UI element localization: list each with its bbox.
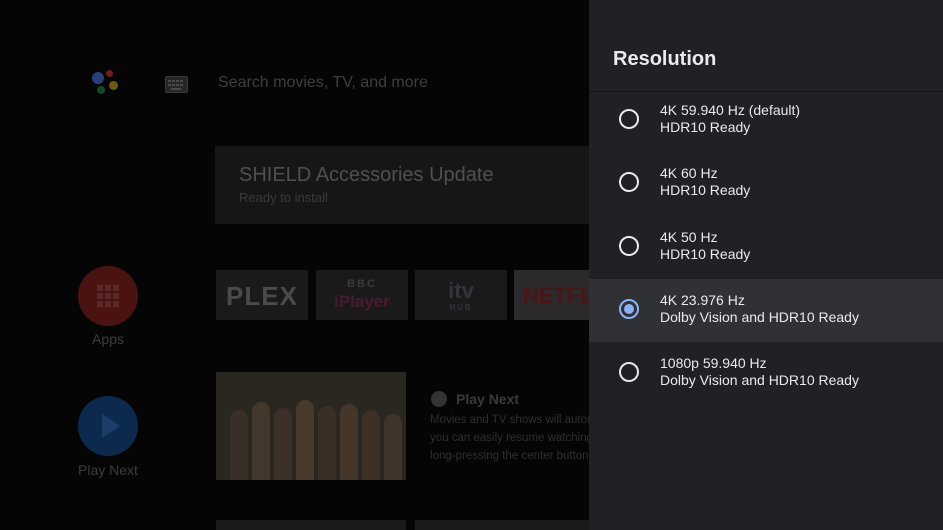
update-card-subtitle: Ready to install (239, 190, 328, 205)
google-assistant-icon[interactable] (92, 70, 124, 100)
resolution-option-4k-59940[interactable]: 4K 59.940 Hz (default) HDR10 Ready (589, 89, 943, 152)
itv-logo: itv (448, 278, 474, 303)
bbc-logo: BBC (347, 278, 377, 290)
option-sublabel: HDR10 Ready (660, 182, 751, 198)
option-label: 4K 50 Hz (660, 229, 718, 245)
play-next-description: Movies and TV shows will autom you can e… (430, 414, 590, 462)
apps-label: Apps (92, 331, 124, 347)
plex-logo: PLEX (226, 281, 298, 311)
radio-button-icon[interactable] (619, 109, 639, 129)
play-icon (102, 414, 120, 438)
keyboard-icon[interactable] (165, 76, 188, 93)
resolution-option-4k-60[interactable]: 4K 60 Hz HDR10 Ready (589, 152, 943, 215)
app-tile-itv-hub[interactable]: itv HUB (415, 270, 507, 320)
apps-button[interactable] (78, 266, 138, 326)
radio-button-icon[interactable] (619, 362, 639, 382)
app-tile-bbc-iplayer[interactable]: BBC iPlayer (316, 270, 408, 320)
option-sublabel: Dolby Vision and HDR10 Ready (660, 372, 859, 388)
option-sublabel: HDR10 Ready (660, 246, 751, 262)
radio-button-icon[interactable] (619, 236, 639, 256)
bottom-row-tile[interactable] (216, 520, 406, 530)
search-input[interactable]: Search movies, TV, and more (218, 74, 428, 92)
netflix-logo: NETFLIX (523, 283, 589, 308)
iplayer-logo: iPlayer (334, 292, 390, 311)
app-tile-plex[interactable]: PLEX (216, 270, 308, 320)
app-tile-netflix[interactable]: NETFLIX (514, 270, 589, 320)
option-label: 4K 59.940 Hz (default) (660, 102, 801, 118)
resolution-option-4k-50[interactable]: 4K 50 Hz HDR10 Ready (589, 216, 943, 279)
option-sublabel: HDR10 Ready (660, 119, 751, 135)
option-sublabel: Dolby Vision and HDR10 Ready (660, 309, 859, 325)
resolution-option-1080p-59940[interactable]: 1080p 59.940 Hz Dolby Vision and HDR10 R… (589, 342, 943, 405)
update-card-title: SHIELD Accessories Update (239, 164, 494, 186)
bottom-row-tile[interactable] (415, 520, 589, 530)
panel-title: Resolution (613, 48, 717, 70)
radio-button-icon[interactable] (619, 172, 639, 192)
apps-grid-icon (97, 285, 119, 307)
update-notification-card[interactable]: SHIELD Accessories Update Ready to insta… (215, 146, 589, 224)
play-next-title: Play Next (456, 391, 520, 407)
option-label: 1080p 59.940 Hz (660, 355, 767, 371)
option-label: 4K 23.976 Hz (660, 292, 745, 308)
hub-logo: HUB (449, 303, 473, 312)
play-next-thumbnail[interactable] (216, 372, 406, 480)
play-next-button[interactable] (78, 396, 138, 456)
radio-button-selected-icon[interactable] (619, 299, 639, 319)
resolution-settings-panel: Resolution 4K 59.940 Hz (default) HDR10 … (589, 0, 943, 530)
play-next-small-icon (431, 391, 447, 407)
option-label: 4K 60 Hz (660, 165, 718, 181)
resolution-option-4k-23976[interactable]: 4K 23.976 Hz Dolby Vision and HDR10 Read… (589, 279, 943, 342)
play-next-label: Play Next (78, 462, 138, 478)
